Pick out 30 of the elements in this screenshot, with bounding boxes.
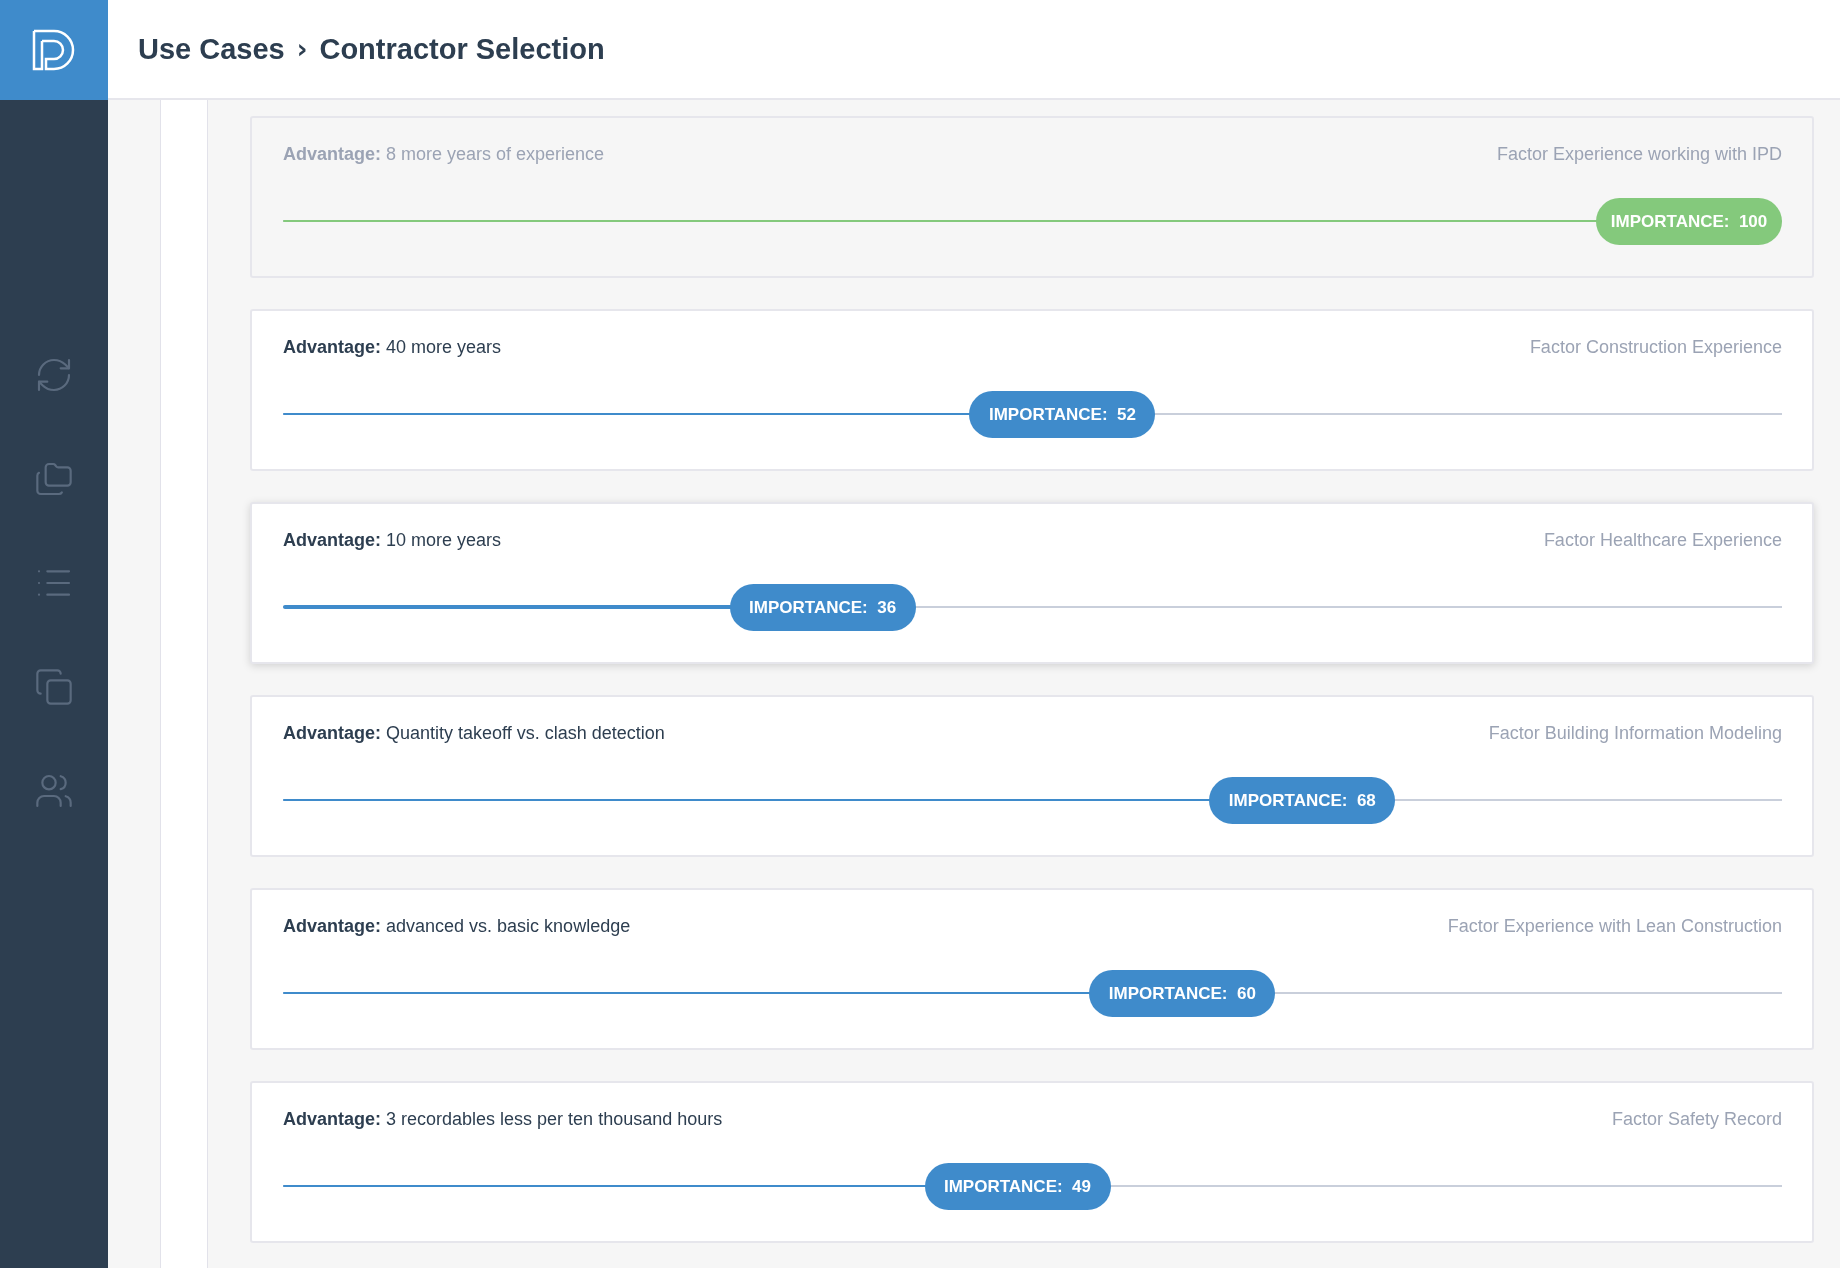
importance-handle[interactable]: IMPORTANCE: 68 [1209, 777, 1396, 824]
breadcrumb-item: Contractor Selection [319, 32, 605, 66]
importance-slider[interactable]: IMPORTANCE: 49 [283, 1163, 1782, 1210]
advantage-text: Advantage: 8 more years of experience [283, 144, 605, 165]
copy-icon[interactable] [34, 667, 74, 707]
importance-slider[interactable]: IMPORTANCE: 60 [283, 970, 1782, 1017]
importance-handle[interactable]: IMPORTANCE: 52 [969, 391, 1156, 438]
logo-icon [32, 29, 76, 71]
advantage-text: Advantage: Quantity takeoff vs. clash detection [283, 723, 665, 744]
factor-name: Factor Building Information Modeling [1488, 723, 1782, 744]
importance-handle[interactable]: IMPORTANCE: 36 [729, 584, 916, 631]
advantage-text: Advantage: 3 recordables less per ten thousand hours [283, 1109, 723, 1130]
factor-name: Factor Construction Experience [1529, 337, 1782, 358]
breadcrumb-item[interactable]: Use Cases [138, 32, 285, 66]
importance-handle[interactable]: IMPORTANCE: 60 [1089, 970, 1276, 1017]
advantage-text: Advantage: 40 more years [283, 337, 502, 358]
advantage-text: Advantage: 10 more years [283, 530, 502, 551]
importance-slider[interactable]: IMPORTANCE: 68 [283, 777, 1782, 824]
factor-name: Factor Experience working with IPD [1496, 144, 1782, 165]
factor-name: Factor Safety Record [1611, 1109, 1782, 1130]
importance-slider[interactable]: IMPORTANCE: 52 [283, 391, 1782, 438]
factor-name: Factor Experience with Lean Construction [1447, 916, 1782, 937]
importance-handle[interactable]: IMPORTANCE: 100 [1596, 198, 1783, 245]
importance-slider[interactable]: IMPORTANCE: 36 [283, 584, 1782, 631]
importance-handle[interactable]: IMPORTANCE: 49 [924, 1163, 1111, 1210]
factor-name: Factor Healthcare Experience [1543, 530, 1782, 551]
logo[interactable] [0, 0, 108, 100]
importance-slider[interactable]: IMPORTANCE: 100 [283, 198, 1782, 245]
advantage-text: Advantage: advanced vs. basic knowledge [283, 916, 631, 937]
breadcrumb-separator: › [296, 34, 308, 64]
